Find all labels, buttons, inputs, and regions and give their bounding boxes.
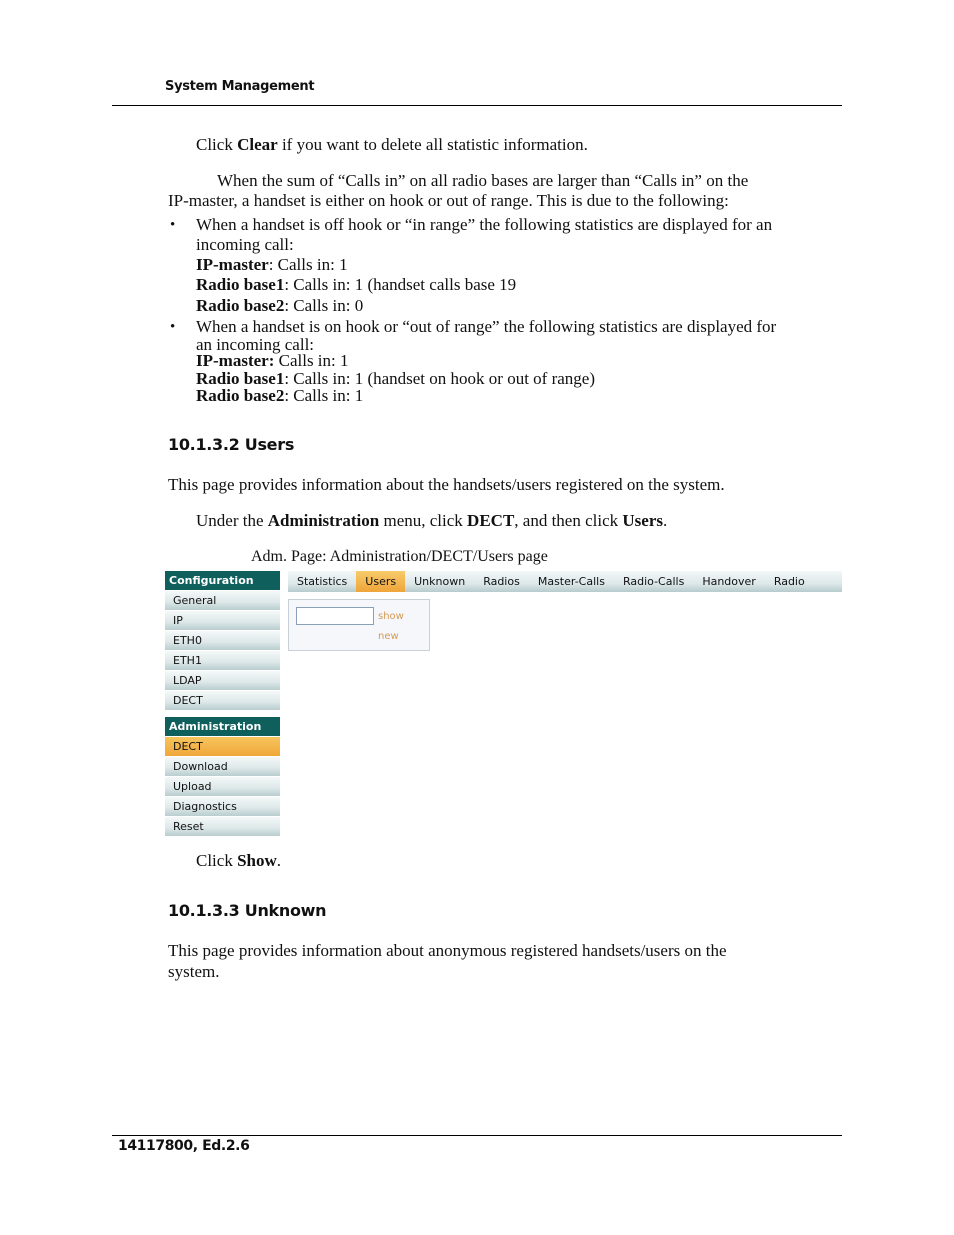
stat-line: Radio base2: Calls in: 0 xyxy=(196,296,363,316)
tab-radio-calls[interactable]: Radio-Calls xyxy=(614,571,693,592)
footer-rule xyxy=(112,1135,842,1136)
stat-label: IP-master: xyxy=(196,351,275,370)
stat-value: : Calls in: 0 xyxy=(284,296,364,315)
text: if you want to delete all statistic info… xyxy=(277,135,588,154)
footer-doc-id: 14117800, Ed.2.6 xyxy=(118,1138,250,1154)
sidebar-item-reset[interactable]: Reset xyxy=(165,816,280,836)
clear-instruction: Click Clear if you want to delete all st… xyxy=(196,135,588,155)
sidebar-heading-administration: Administration xyxy=(165,717,280,736)
menu-term: Administration xyxy=(267,511,380,530)
bullet-1-line-1: When a handset is off hook or “in range”… xyxy=(196,215,773,234)
text: . xyxy=(663,511,668,530)
unknown-description-line-1: This page provides information about ano… xyxy=(168,941,727,960)
text: . xyxy=(276,851,282,870)
sidebar-item-download[interactable]: Download xyxy=(165,756,280,776)
text: Click xyxy=(196,135,238,154)
tab-radios[interactable]: Radios xyxy=(474,571,529,592)
tab-master-calls[interactable]: Master-Calls xyxy=(529,571,614,592)
users-description: This page provides information about the… xyxy=(168,475,725,494)
stat-label: Radio base1 xyxy=(196,275,285,294)
header-rule xyxy=(112,105,842,106)
tab-radio[interactable]: Radio xyxy=(765,571,814,592)
menu-term: Users xyxy=(622,511,663,530)
stat-value: : Calls in: 1 xyxy=(284,386,364,405)
sidebar-item-admin-dect[interactable]: DECT xyxy=(165,736,280,756)
users-instruction: Under the Administration menu, click DEC… xyxy=(196,511,667,531)
dect-tab-bar: Statistics Users Unknown Radios Master-C… xyxy=(288,571,842,592)
stat-value: : Calls in: 1 (handset calls base 19 xyxy=(284,275,517,294)
sidebar-item-upload[interactable]: Upload xyxy=(165,776,280,796)
stat-line: Radio base1: Calls in: 1 (handset calls … xyxy=(196,275,516,295)
sidebar-item-eth1[interactable]: ETH1 xyxy=(165,650,280,670)
sidebar-item-eth0[interactable]: ETH0 xyxy=(165,630,280,650)
section-heading-users: 10.1.3.2 Users xyxy=(168,435,295,454)
bullet-icon: • xyxy=(170,217,176,233)
stat-label: Radio base2 xyxy=(196,386,285,405)
stat-label: Radio base2 xyxy=(196,296,285,315)
stat-line: IP-master: Calls in: 1 xyxy=(196,255,348,275)
user-search-input[interactable] xyxy=(296,607,374,625)
note-line-2: IP-master, a handset is either on hook o… xyxy=(168,191,729,210)
show-link[interactable]: show xyxy=(378,611,404,622)
users-search-panel: show new xyxy=(288,599,430,651)
sidebar-item-diagnostics[interactable]: Diagnostics xyxy=(165,796,280,816)
figure-caption: Adm. Page: Administration/DECT/Users pag… xyxy=(251,548,548,565)
section-heading-unknown: 10.1.3.3 Unknown xyxy=(168,901,327,920)
sidebar-item-general[interactable]: General xyxy=(165,590,280,610)
text: menu, click xyxy=(379,511,468,530)
note-line-1: When the sum of “Calls in” on all radio … xyxy=(217,171,749,190)
clear-term: Clear xyxy=(237,135,278,154)
sidebar-item-config-dect[interactable]: DECT xyxy=(165,690,280,710)
unknown-description-line-2: system. xyxy=(168,962,220,981)
new-link[interactable]: new xyxy=(378,631,399,642)
bullet-1-line-2: incoming call: xyxy=(196,235,294,254)
stat-value: : Calls in: 1 xyxy=(268,255,348,274)
text: , and then click xyxy=(514,511,623,530)
tab-statistics[interactable]: Statistics xyxy=(288,571,356,592)
sidebar-item-ip[interactable]: IP xyxy=(165,610,280,630)
running-header: System Management xyxy=(165,79,315,94)
text: Under the xyxy=(196,511,268,530)
menu-term: DECT xyxy=(467,511,515,530)
sidebar-administration: Administration DECT Download Upload Diag… xyxy=(165,717,280,836)
sidebar-item-ldap[interactable]: LDAP xyxy=(165,670,280,690)
tab-users[interactable]: Users xyxy=(356,571,406,592)
sidebar-configuration: Configuration General IP ETH0 ETH1 LDAP … xyxy=(165,571,280,710)
stat-line: Radio base1: Calls in: 1 (handset on hoo… xyxy=(196,370,595,387)
sidebar-heading-configuration: Configuration xyxy=(165,571,280,590)
bullet-2-line-1: When a handset is on hook or “out of ran… xyxy=(196,317,777,336)
show-term: Show xyxy=(237,851,277,870)
stat-label: IP-master xyxy=(196,255,269,274)
bullet-icon: • xyxy=(170,319,176,335)
tab-handover[interactable]: Handover xyxy=(693,571,765,592)
tab-unknown[interactable]: Unknown xyxy=(405,571,474,592)
stat-value: Calls in: 1 xyxy=(274,351,349,370)
show-instruction: Click Show. xyxy=(196,851,281,871)
stat-line: Radio base2: Calls in: 1 xyxy=(196,387,363,404)
stat-line: IP-master: Calls in: 1 xyxy=(196,352,349,369)
text: Click xyxy=(196,851,238,870)
